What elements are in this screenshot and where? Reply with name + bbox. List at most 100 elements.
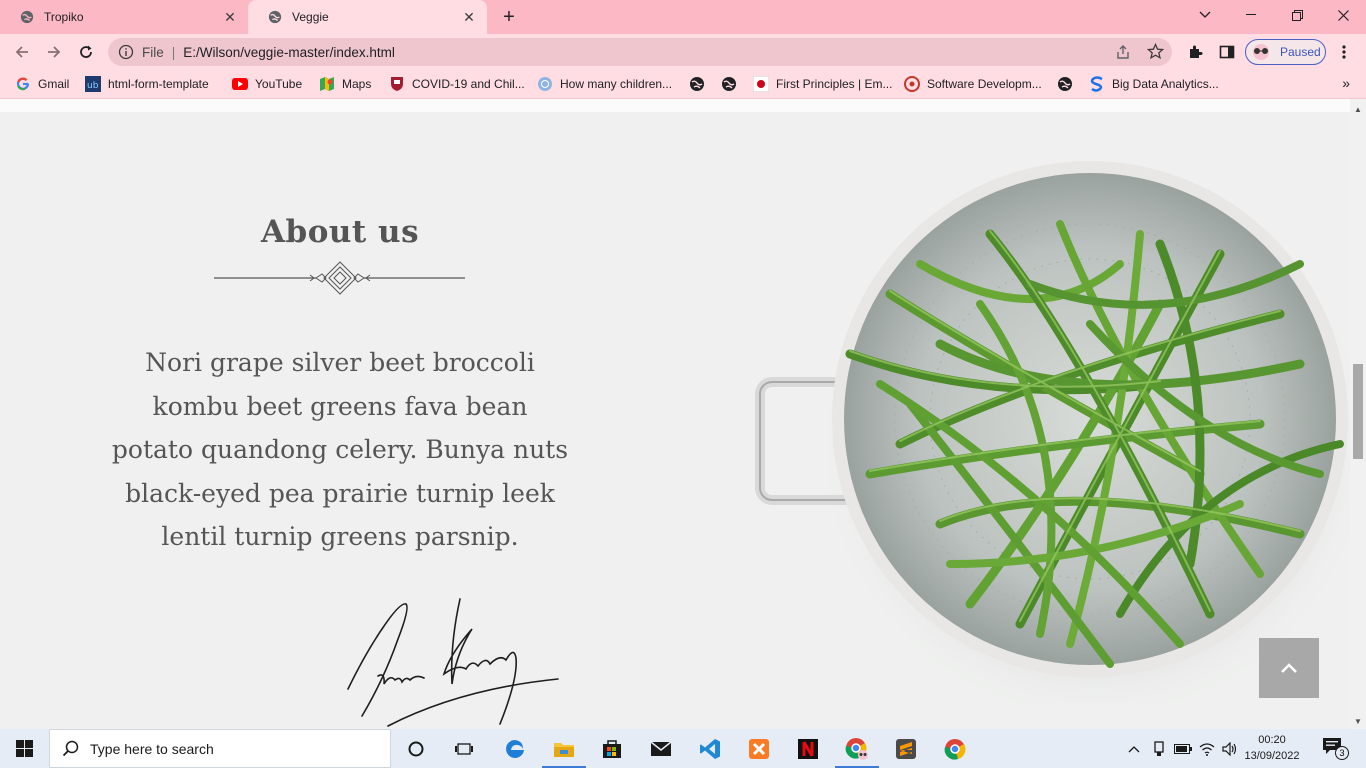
scroll-down-icon[interactable]: ▼: [1354, 717, 1362, 726]
start-button[interactable]: [0, 729, 48, 768]
bookmark-label: Maps: [342, 77, 372, 91]
chevron-up-icon: [1128, 745, 1140, 752]
bookmark-gmail[interactable]: Gmail: [15, 76, 69, 92]
taskbar-search-box[interactable]: Type here to search: [49, 729, 391, 768]
bookmark-first-principles[interactable]: First Principles | Em...: [753, 76, 892, 92]
show-hidden-icons-button[interactable]: [1124, 729, 1144, 768]
un-icon: [537, 76, 553, 92]
bookmark-label: Big Data Analytics...: [1112, 77, 1219, 91]
scrollbar-thumb[interactable]: [1353, 364, 1363, 459]
notification-count-badge: 3: [1335, 746, 1349, 760]
bookmark-covid[interactable]: COVID-19 and Chil...: [389, 76, 525, 92]
tab-search-icon[interactable]: [1182, 0, 1228, 30]
chrome-button[interactable]: [931, 729, 979, 768]
wifi-button[interactable]: [1196, 729, 1218, 768]
close-tab-icon[interactable]: ✕: [220, 9, 240, 26]
forward-button[interactable]: [42, 40, 66, 64]
store-icon: [603, 739, 621, 758]
netflix-button[interactable]: [784, 729, 832, 768]
bookmark-globe-2[interactable]: [721, 76, 744, 92]
reload-button[interactable]: [74, 40, 98, 64]
vscode-icon: [700, 738, 720, 759]
volume-button[interactable]: [1219, 729, 1241, 768]
globe-icon: [689, 76, 705, 92]
software-icon: [904, 76, 920, 92]
gmail-icon: [15, 76, 31, 92]
extensions-button[interactable]: [1183, 40, 1207, 64]
chevron-up-icon: [1281, 663, 1297, 673]
s-logo-icon: [1089, 76, 1105, 92]
vscode-button[interactable]: [686, 729, 734, 768]
side-panel-button[interactable]: [1215, 40, 1239, 64]
page-scrollbar[interactable]: ▲ ▼: [1350, 99, 1366, 729]
action-center-button[interactable]: 3: [1322, 737, 1349, 761]
tab-strip: Tropiko ✕ Veggie ✕ +: [0, 0, 1366, 34]
bookmark-globe-3[interactable]: [1057, 76, 1080, 92]
back-button[interactable]: [10, 40, 34, 64]
file-explorer-button[interactable]: [540, 729, 588, 768]
profile-paused-button[interactable]: Paused: [1245, 39, 1326, 65]
web-page: About us Nori grape silver beet broccoli…: [0, 99, 1350, 729]
harvard-shield-icon: [389, 76, 405, 92]
usb-device-icon: [1154, 740, 1164, 756]
share-icon[interactable]: [1115, 44, 1131, 63]
tab-veggie[interactable]: Veggie ✕: [248, 0, 487, 34]
mail-button[interactable]: [637, 729, 685, 768]
scroll-up-icon[interactable]: ▲: [1354, 105, 1362, 114]
cortana-button[interactable]: [392, 729, 440, 768]
youtube-icon: [232, 76, 248, 92]
scheme-label: File: [142, 44, 164, 60]
bookmark-big-data[interactable]: Big Data Analytics...: [1089, 76, 1219, 92]
xampp-button[interactable]: [735, 729, 783, 768]
new-tab-button[interactable]: +: [499, 6, 519, 29]
sublime-button[interactable]: [882, 729, 930, 768]
info-icon[interactable]: [118, 44, 134, 60]
store-button[interactable]: [588, 729, 636, 768]
device-tray-button[interactable]: [1148, 729, 1170, 768]
task-view-button[interactable]: [440, 729, 488, 768]
bookmarks-overflow-button[interactable]: »: [1342, 75, 1350, 91]
bookmark-label: Software Developm...: [927, 77, 1042, 91]
task-view-icon: [455, 742, 473, 755]
bookmark-html-form-template[interactable]: ub html-form-template: [85, 76, 209, 92]
signature-image: [347, 598, 559, 727]
battery-button[interactable]: [1172, 729, 1194, 768]
mail-icon: [650, 740, 672, 756]
search-icon: [62, 740, 79, 756]
close-tab-icon[interactable]: ✕: [459, 9, 479, 26]
search-placeholder: Type here to search: [90, 740, 214, 757]
clock-time: 00:20: [1258, 734, 1286, 746]
bookmark-how-many-children[interactable]: How many children...: [537, 76, 672, 92]
taskbar-clock[interactable]: 00:20 13/09/2022: [1244, 732, 1300, 764]
url-text[interactable]: E:/Wilson/veggie-master/index.html: [183, 45, 395, 60]
close-window-button[interactable]: [1320, 0, 1366, 30]
chrome-profile-button[interactable]: [833, 729, 881, 768]
bookmark-maps[interactable]: Maps: [319, 76, 371, 92]
tab-tropiko[interactable]: Tropiko ✕: [0, 0, 248, 34]
bookmark-star-icon[interactable]: [1146, 42, 1165, 63]
file-explorer-icon: [554, 742, 574, 757]
bookmark-globe-1[interactable]: [689, 76, 712, 92]
back-arrow-icon: [15, 46, 28, 58]
side-panel-icon: [1219, 45, 1235, 59]
wifi-icon: [1199, 742, 1215, 756]
windows-taskbar: Type here to search 00:20 13/09/2022 3: [0, 729, 1366, 768]
maps-icon: [319, 76, 335, 92]
edge-icon: [506, 739, 524, 758]
minimize-button[interactable]: [1228, 0, 1274, 30]
bookmark-youtube[interactable]: YouTube: [232, 76, 302, 92]
globe-icon: [20, 10, 34, 24]
ub-icon: ub: [85, 76, 101, 92]
edge-button[interactable]: [491, 729, 539, 768]
restore-button[interactable]: [1274, 0, 1320, 30]
bookmark-label: First Principles | Em...: [776, 77, 893, 91]
menu-button[interactable]: [1332, 40, 1356, 64]
globe-icon: [721, 76, 737, 92]
bookmark-software-development[interactable]: Software Developm...: [904, 76, 1042, 92]
forward-arrow-icon: [48, 46, 61, 58]
address-bar[interactable]: File | E:/Wilson/veggie-master/index.htm…: [108, 38, 1172, 66]
battery-icon: [1174, 743, 1192, 754]
ornament-divider-icon: [214, 261, 465, 295]
bookmarks-bar: Gmail ub html-form-template YouTube Maps…: [0, 70, 1366, 98]
back-to-top-button[interactable]: [1259, 638, 1319, 698]
